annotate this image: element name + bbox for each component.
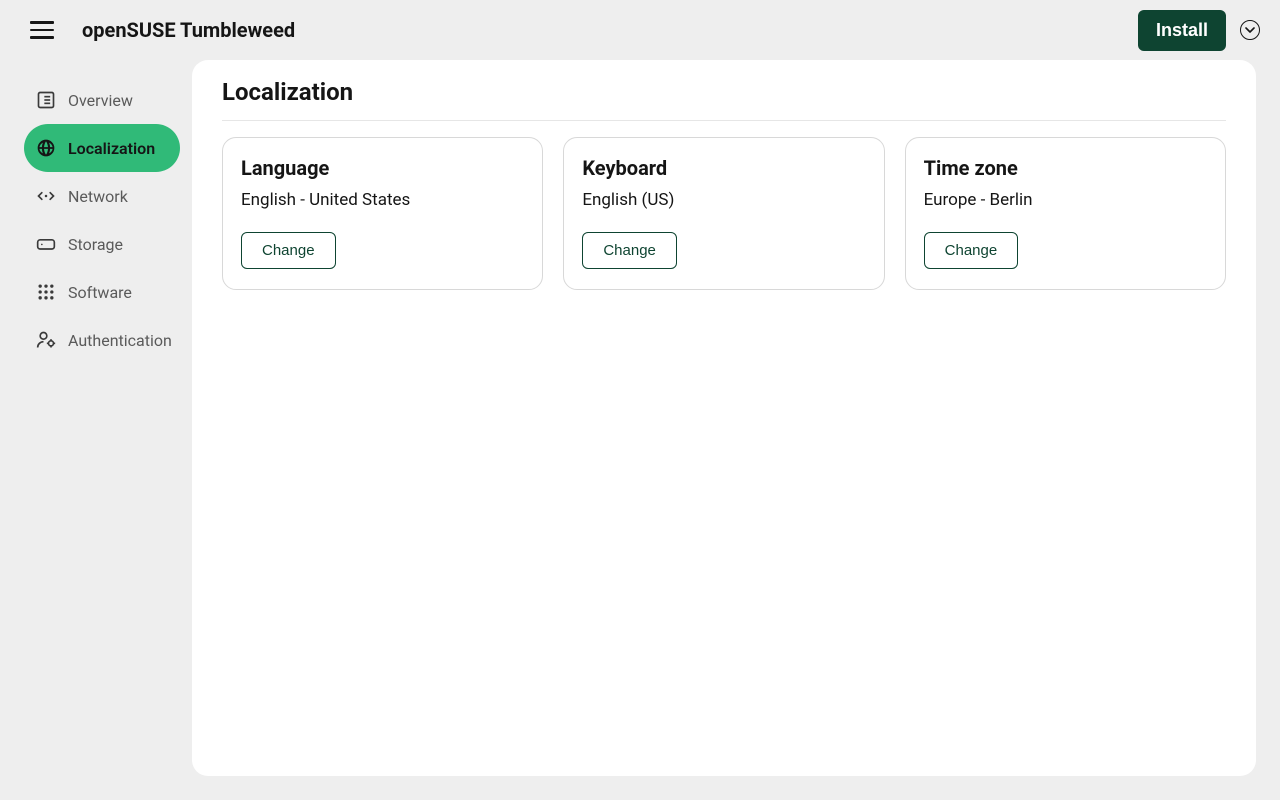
storage-icon <box>36 234 56 254</box>
sidebar-item-label: Localization <box>68 139 155 158</box>
sidebar-item-network[interactable]: Network <box>24 172 180 220</box>
menu-icon[interactable] <box>30 18 54 42</box>
sidebar-item-label: Overview <box>68 91 133 110</box>
sidebar-item-label: Storage <box>68 235 123 254</box>
sidebar-item-overview[interactable]: Overview <box>24 76 180 124</box>
card-title: Language <box>241 156 524 180</box>
sidebar-item-label: Software <box>68 283 132 302</box>
software-icon <box>36 282 56 302</box>
main-panel: Localization Language English - United S… <box>192 60 1256 776</box>
card-title: Keyboard <box>582 156 865 180</box>
card-value: English (US) <box>582 190 865 210</box>
sidebar-item-software[interactable]: Software <box>24 268 180 316</box>
card-title: Time zone <box>924 156 1207 180</box>
card-language: Language English - United States Change <box>222 137 543 290</box>
sidebar-item-storage[interactable]: Storage <box>24 220 180 268</box>
page-title: Localization <box>222 78 1226 121</box>
app-title: openSUSE Tumbleweed <box>82 18 295 42</box>
install-button[interactable]: Install <box>1138 10 1226 51</box>
sidebar-item-label: Authentication <box>68 331 172 350</box>
network-icon <box>36 186 56 206</box>
overview-icon <box>36 90 56 110</box>
change-language-button[interactable]: Change <box>241 232 336 269</box>
card-grid: Language English - United States Change … <box>222 137 1226 290</box>
sidebar: Overview Localization Network Storage So <box>0 60 192 776</box>
card-timezone: Time zone Europe - Berlin Change <box>905 137 1226 290</box>
change-timezone-button[interactable]: Change <box>924 232 1019 269</box>
globe-icon <box>36 138 56 158</box>
chevron-down-icon[interactable] <box>1240 20 1260 40</box>
sidebar-item-label: Network <box>68 187 128 206</box>
sidebar-item-localization[interactable]: Localization <box>24 124 180 172</box>
header: openSUSE Tumbleweed Install <box>0 0 1280 60</box>
sidebar-item-authentication[interactable]: Authentication <box>24 316 180 364</box>
card-value: Europe - Berlin <box>924 190 1207 210</box>
card-keyboard: Keyboard English (US) Change <box>563 137 884 290</box>
change-keyboard-button[interactable]: Change <box>582 232 677 269</box>
auth-icon <box>36 330 56 350</box>
card-value: English - United States <box>241 190 524 210</box>
